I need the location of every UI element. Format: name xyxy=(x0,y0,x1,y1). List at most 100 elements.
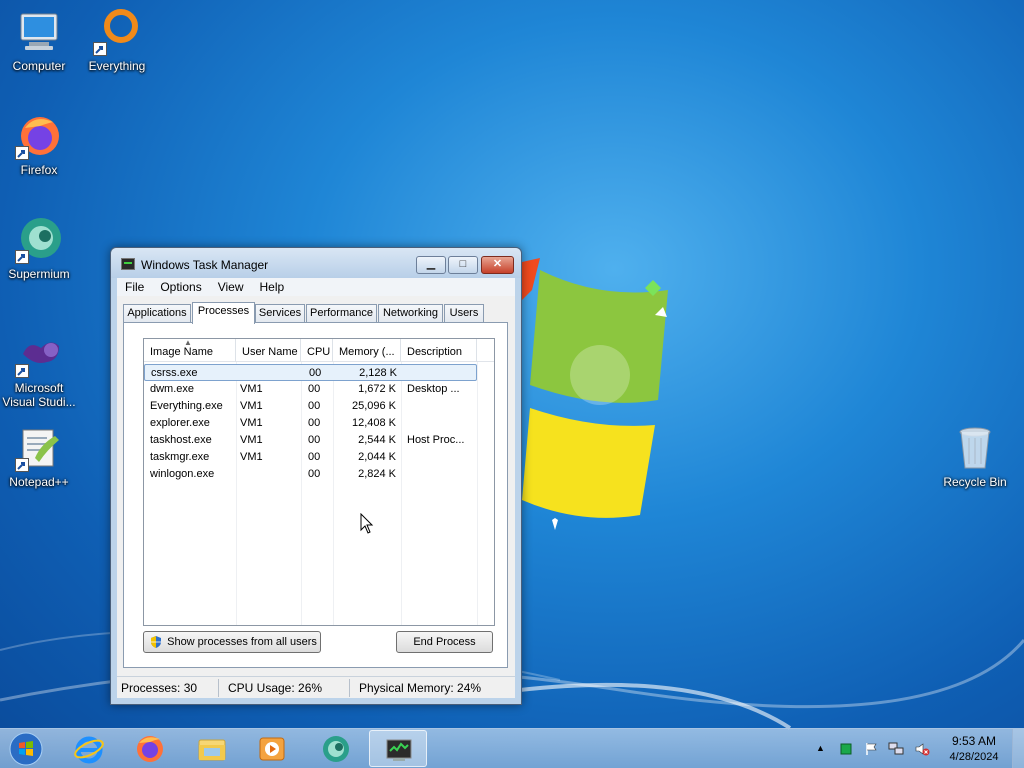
column-image-name-label: Image Name xyxy=(150,346,213,358)
supermium-icon xyxy=(323,736,349,762)
column-memory[interactable]: Memory (... xyxy=(333,339,401,362)
notepadpp-desktop-icon[interactable]: Notepad++ xyxy=(0,424,78,489)
process-memory: 2,824 K xyxy=(358,468,396,480)
taskbar-file-explorer[interactable] xyxy=(183,730,241,767)
shortcut-arrow-icon xyxy=(15,146,29,160)
taskbar-media-player[interactable] xyxy=(243,730,301,767)
process-row[interactable]: Everything.exe VM1 00 25,096 K xyxy=(144,398,494,415)
process-cpu: 00 xyxy=(308,468,321,480)
clock-time: 9:53 AM xyxy=(951,734,997,748)
process-name: dwm.exe xyxy=(150,383,195,395)
mouse-cursor-icon xyxy=(360,513,374,534)
menu-view[interactable]: View xyxy=(210,278,252,295)
maximize-button[interactable]: □ xyxy=(448,256,478,274)
title-bar[interactable]: Windows Task Manager ▁ □ ✕ xyxy=(111,248,521,278)
process-list[interactable]: ▲ Image Name User Name CPU Memory (... De… xyxy=(143,338,495,626)
process-name: taskhost.exe xyxy=(150,434,212,446)
process-name: Everything.exe xyxy=(150,400,223,412)
recycle-bin-label: Recycle Bin xyxy=(943,475,1007,489)
windows-start-icon xyxy=(9,732,43,766)
process-row[interactable]: dwm.exe VM1 00 1,672 K Desktop ... xyxy=(144,381,494,398)
firefox-desktop-icon[interactable]: Firefox xyxy=(0,112,78,177)
tab-users[interactable]: Users xyxy=(444,304,484,323)
everything-icon xyxy=(93,8,141,56)
action-center-flag-icon[interactable] xyxy=(864,742,880,756)
status-divider xyxy=(349,679,350,697)
taskbar-supermium[interactable] xyxy=(307,730,365,767)
process-memory: 25,096 K xyxy=(351,400,396,412)
process-row[interactable]: taskmgr.exe VM1 00 2,044 K xyxy=(144,449,494,466)
process-cpu: 00 xyxy=(308,383,321,395)
volume-muted-icon[interactable] xyxy=(914,742,930,756)
process-description: Host Proc... xyxy=(407,434,465,446)
process-name: winlogon.exe xyxy=(150,468,215,480)
green-status-icon[interactable] xyxy=(838,742,854,756)
tab-applications[interactable]: Applications xyxy=(123,304,191,323)
recycle-bin-desktop-icon[interactable]: Recycle Bin xyxy=(936,424,1014,489)
menu-help[interactable]: Help xyxy=(252,278,293,295)
tab-processes[interactable]: Processes xyxy=(192,302,255,324)
minimize-button[interactable]: ▁ xyxy=(416,256,446,274)
status-processes: Processes: 30 xyxy=(121,681,198,695)
computer-desktop-icon[interactable]: Computer xyxy=(0,8,78,73)
show-all-processes-button[interactable]: Show processes from all users xyxy=(143,631,321,653)
firefox-icon xyxy=(137,736,163,762)
end-process-button[interactable]: End Process xyxy=(396,631,493,653)
menu-options[interactable]: Options xyxy=(152,278,209,295)
notepadpp-label: Notepad++ xyxy=(9,475,69,489)
visual-studio-desktop-icon[interactable]: Microsoft Visual Studi... xyxy=(0,330,78,409)
taskbar-internet-explorer[interactable] xyxy=(60,730,118,767)
process-memory: 2,044 K xyxy=(358,451,396,463)
status-cpu-usage: CPU Usage: 26% xyxy=(228,681,323,695)
recycle-bin-icon xyxy=(951,424,999,472)
taskbar-task-manager[interactable] xyxy=(369,730,427,767)
process-description: Desktop ... xyxy=(407,383,460,395)
shortcut-arrow-icon xyxy=(15,364,29,378)
process-name: explorer.exe xyxy=(150,417,210,429)
shortcut-arrow-icon xyxy=(93,42,107,56)
supermium-desktop-icon[interactable]: Supermium xyxy=(0,216,78,281)
process-list-header: ▲ Image Name User Name CPU Memory (... De… xyxy=(144,339,494,362)
computer-label: Computer xyxy=(12,59,66,73)
tab-networking[interactable]: Networking xyxy=(378,304,443,323)
task-manager-app-icon xyxy=(121,258,135,270)
process-row[interactable]: csrss.exe 00 2,128 K xyxy=(144,364,477,381)
shortcut-arrow-icon xyxy=(15,250,29,264)
column-description[interactable]: Description xyxy=(401,339,477,362)
everything-desktop-icon[interactable]: Everything xyxy=(78,8,156,73)
column-user-name[interactable]: User Name xyxy=(236,339,301,362)
clock-date: 4/28/2024 xyxy=(949,751,999,763)
column-cpu[interactable]: CPU xyxy=(301,339,333,362)
process-user: VM1 xyxy=(240,451,263,463)
media-player-icon xyxy=(259,737,285,761)
task-manager-window: Windows Task Manager ▁ □ ✕ File Options Vi… xyxy=(110,247,522,705)
process-memory: 1,672 K xyxy=(358,383,396,395)
process-row[interactable]: explorer.exe VM1 00 12,408 K xyxy=(144,415,494,432)
show-hidden-icons-chevron-icon[interactable]: ▲ xyxy=(816,743,832,757)
window-title: Windows Task Manager xyxy=(141,258,269,272)
visual-studio-icon xyxy=(15,330,63,378)
process-row[interactable]: winlogon.exe 00 2,824 K xyxy=(144,466,494,483)
taskbar: ▲ 9:53 AM 4/28/2024 xyxy=(0,728,1024,768)
process-user: VM1 xyxy=(240,383,263,395)
menu-bar: File Options View Help xyxy=(117,278,515,296)
close-button[interactable]: ✕ xyxy=(481,256,514,274)
start-button[interactable] xyxy=(7,731,45,767)
supermium-icon xyxy=(15,216,63,264)
menu-file[interactable]: File xyxy=(117,278,152,295)
process-row[interactable]: taskhost.exe VM1 00 2,544 K Host Proc... xyxy=(144,432,494,449)
folder-icon xyxy=(198,739,226,761)
tab-performance[interactable]: Performance xyxy=(306,304,377,323)
process-user: VM1 xyxy=(240,434,263,446)
taskbar-clock[interactable]: 9:53 AM 4/28/2024 xyxy=(942,733,1006,765)
column-image-name[interactable]: ▲ Image Name xyxy=(144,339,236,362)
system-tray: ▲ 9:53 AM 4/28/2024 xyxy=(812,729,1024,768)
tab-services[interactable]: Services xyxy=(255,304,305,323)
process-user: VM1 xyxy=(240,400,263,412)
task-manager-icon xyxy=(386,739,412,761)
show-desktop-button[interactable] xyxy=(1012,729,1024,768)
network-icon[interactable] xyxy=(888,742,904,756)
status-bar: Processes: 30 CPU Usage: 26% Physical Me… xyxy=(117,676,515,698)
taskbar-firefox[interactable] xyxy=(121,730,179,767)
process-cpu: 00 xyxy=(308,417,321,429)
